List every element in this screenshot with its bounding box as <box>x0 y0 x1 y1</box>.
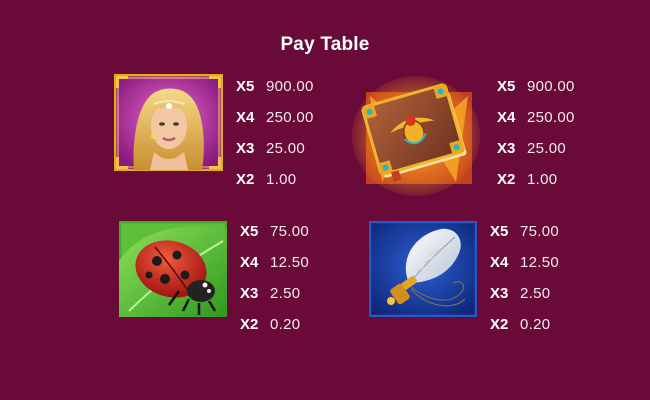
multiplier-label: X4 <box>497 109 516 126</box>
multiplier-label: X4 <box>240 254 259 271</box>
pay-row: X2 1.00 <box>497 164 575 195</box>
multiplier-label: X2 <box>490 316 509 333</box>
payout-value: 250.00 <box>527 109 575 126</box>
ladybug-paytable: X5 75.00 X4 12.50 X3 2.50 X2 0.20 <box>240 216 309 340</box>
payout-value: 75.00 <box>270 223 310 240</box>
payout-value: 1.00 <box>266 171 297 188</box>
pay-row: X5 900.00 <box>236 71 314 102</box>
pay-row: X4 12.50 <box>240 247 309 278</box>
payout-value: 250.00 <box>266 109 314 126</box>
payout-value: 25.00 <box>527 140 567 157</box>
multiplier-label: X2 <box>236 171 255 188</box>
pay-row: X5 900.00 <box>497 71 575 102</box>
payout-value: 0.20 <box>520 316 551 333</box>
feather-paytable: X5 75.00 X4 12.50 X3 2.50 X2 0.20 <box>490 216 559 340</box>
pay-row: X4 250.00 <box>497 102 575 133</box>
multiplier-label: X4 <box>236 109 255 126</box>
pay-row: X2 0.20 <box>490 309 559 340</box>
multiplier-label: X3 <box>240 285 259 302</box>
multiplier-label: X5 <box>490 223 509 240</box>
payout-value: 900.00 <box>527 78 575 95</box>
book-scarab-symbol-icon <box>352 74 480 201</box>
pay-table-title: Pay Table <box>280 34 370 55</box>
pay-row: X4 12.50 <box>490 247 559 278</box>
multiplier-label: X4 <box>490 254 509 271</box>
queen-symbol-icon <box>113 73 224 176</box>
multiplier-label: X5 <box>497 78 516 95</box>
pay-row: X2 1.00 <box>236 164 314 195</box>
multiplier-label: X2 <box>497 171 516 188</box>
payout-value: 2.50 <box>520 285 551 302</box>
payout-value: 900.00 <box>266 78 314 95</box>
multiplier-label: X3 <box>497 140 516 157</box>
payout-value: 1.00 <box>527 171 558 188</box>
pay-row: X3 2.50 <box>490 278 559 309</box>
payout-value: 25.00 <box>266 140 306 157</box>
feather-brush-symbol-icon <box>368 220 478 322</box>
multiplier-label: X5 <box>240 223 259 240</box>
pay-row: X3 2.50 <box>240 278 309 309</box>
pay-row: X5 75.00 <box>490 216 559 247</box>
ladybug-symbol-icon <box>118 220 228 322</box>
payout-value: 2.50 <box>270 285 301 302</box>
queen-paytable: X5 900.00 X4 250.00 X3 25.00 X2 1.00 <box>236 71 314 195</box>
pay-row: X4 250.00 <box>236 102 314 133</box>
multiplier-label: X5 <box>236 78 255 95</box>
pay-row: X3 25.00 <box>236 133 314 164</box>
book-paytable: X5 900.00 X4 250.00 X3 25.00 X2 1.00 <box>497 71 575 195</box>
multiplier-label: X3 <box>236 140 255 157</box>
payout-value: 12.50 <box>520 254 560 271</box>
multiplier-label: X3 <box>490 285 509 302</box>
pay-row: X2 0.20 <box>240 309 309 340</box>
payout-value: 12.50 <box>270 254 310 271</box>
payout-value: 0.20 <box>270 316 301 333</box>
multiplier-label: X2 <box>240 316 259 333</box>
pay-row: X5 75.00 <box>240 216 309 247</box>
pay-row: X3 25.00 <box>497 133 575 164</box>
payout-value: 75.00 <box>520 223 560 240</box>
